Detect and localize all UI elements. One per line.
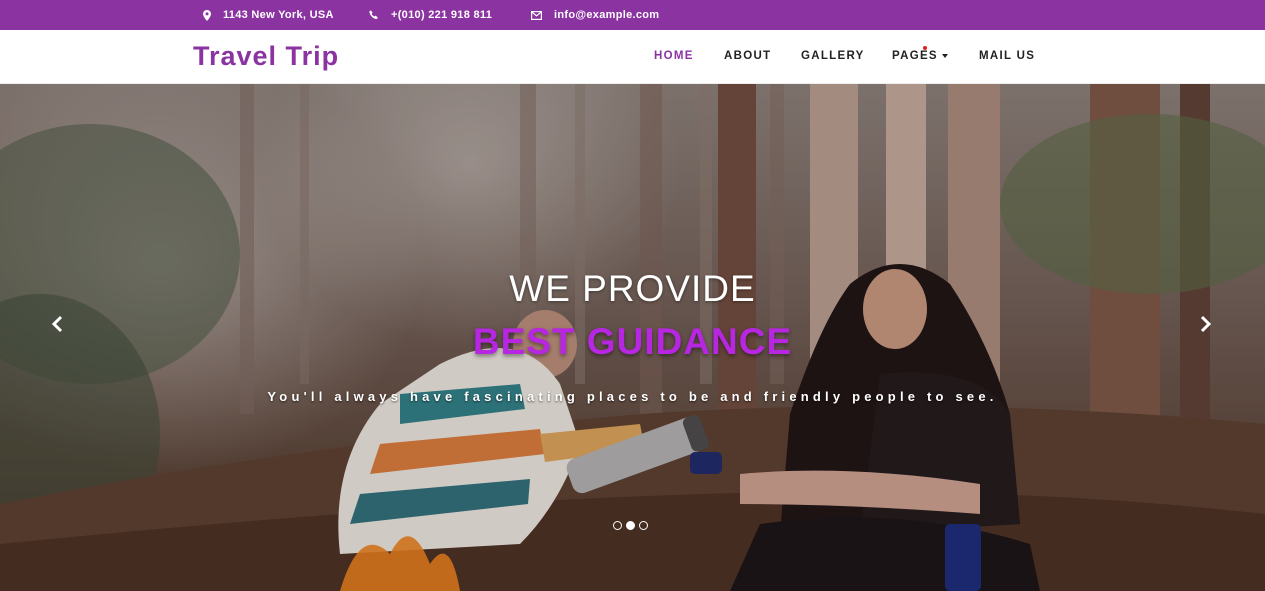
carousel-dot-2[interactable] [626,521,635,530]
hero-highlight-heading: BEST GUIDANCE [472,321,793,362]
brand-logo[interactable]: Travel Trip [193,41,339,72]
map-marker-icon [203,9,211,21]
carousel-indicators [613,521,648,530]
nav-gallery[interactable]: GALLERY [801,50,865,62]
email-item[interactable]: info@example.com [531,0,659,30]
carousel-dot-3[interactable] [639,521,648,530]
chevron-left-icon [51,315,63,333]
main-navbar: Travel Trip HOME ABOUT GALLERY PAGES MAI… [0,30,1265,84]
phone-item: +(010) 221 918 811 [369,0,492,30]
prev-slide-button[interactable] [48,314,68,334]
notification-dot [923,46,927,50]
hero-slider: WE PROVIDE BEST GUIDANCE You'll always h… [0,84,1265,591]
caret-down-icon [941,53,948,58]
email-link[interactable]: info@example.com [554,9,659,21]
nav-home[interactable]: HOME [654,50,694,62]
hero-heading: WE PROVIDE [509,268,756,309]
address-item: 1143 New York, USA [203,0,334,30]
hero-subtitle: You'll always have fascinating places to… [267,389,998,404]
phone-text: +(010) 221 918 811 [391,9,493,21]
carousel-dot-1[interactable] [613,521,622,530]
nav-pages-label: PAGES [892,50,938,62]
chevron-right-icon [1200,315,1212,333]
top-contact-bar: 1143 New York, USA +(010) 221 918 811 in… [0,0,1265,30]
phone-icon [369,10,378,20]
nav-pages-dropdown[interactable]: PAGES [892,46,948,62]
envelope-icon [531,10,542,20]
next-slide-button[interactable] [1195,314,1215,334]
nav-mail-us[interactable]: MAIL US [979,50,1035,62]
nav-about[interactable]: ABOUT [724,50,771,62]
address-text: 1143 New York, USA [223,9,334,21]
